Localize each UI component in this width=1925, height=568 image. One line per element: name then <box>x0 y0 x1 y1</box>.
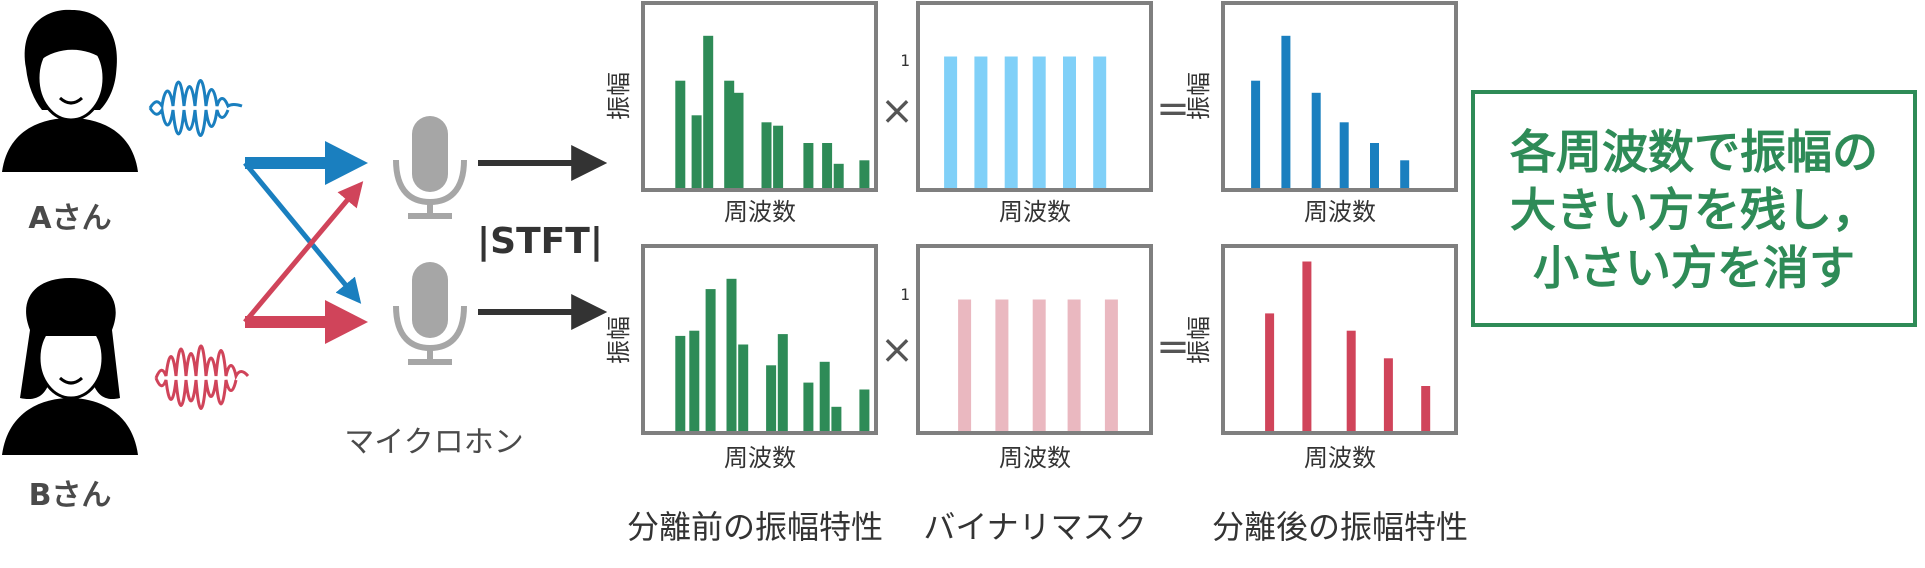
equals-operator-2: = <box>1156 324 1190 370</box>
bar-mask-mic2-0 <box>958 299 972 431</box>
sound-wave-a <box>148 79 243 111</box>
times-operator-2: × <box>880 327 914 373</box>
bar-after-mic1-3 <box>1339 122 1349 188</box>
sound-wave-b <box>154 344 250 381</box>
bar-before-mic1-4 <box>733 92 744 188</box>
bar-mask-mic1-4 <box>1063 56 1076 188</box>
bar-mask-mic1-3 <box>1032 56 1046 188</box>
note-line-1: 各周波数で振幅の <box>1510 125 1878 179</box>
bar-before-mic1-5 <box>761 122 772 188</box>
arrow-a-to-mic2 <box>243 161 362 304</box>
bar-mask-mic2-1 <box>995 299 1009 431</box>
bar-after-mic1-5 <box>1400 160 1410 188</box>
bar-mask-mic1-1 <box>974 56 988 188</box>
bar-after-mic1-4 <box>1370 143 1379 188</box>
bar-before-mic2-1 <box>689 330 700 431</box>
bar-before-mic2-6 <box>777 334 788 431</box>
bar-before-mic1-10 <box>859 160 870 188</box>
person-b-label: Bさん <box>29 478 112 513</box>
bar-before-mic2-7 <box>803 382 814 431</box>
bar-after-mic1-0 <box>1251 80 1261 188</box>
note-line-3: 小さい方を消す <box>1533 241 1855 295</box>
caption-before: 分離前の振幅特性 <box>627 508 883 546</box>
caption-mask: バイナリマスク <box>923 508 1146 546</box>
bar-mask-mic2-4 <box>1104 299 1118 431</box>
y-axis-label-before-1: 振幅 <box>605 72 633 120</box>
person-a-icon <box>2 9 138 172</box>
arrow-b-to-mic2-head <box>325 300 368 344</box>
sound-wave-a-lower <box>148 105 230 137</box>
bar-mask-mic1-0 <box>944 56 958 188</box>
bar-mask-mic2-3 <box>1067 299 1081 431</box>
diagram-canvas: Aさん Bさん マイクロホン |STFT| 振幅 振幅 振幅 振幅 周波数 周波… <box>0 0 1925 568</box>
arrow-b-to-mic1 <box>243 181 364 324</box>
bar-before-mic1-0 <box>675 80 686 188</box>
x-axis-label-after-1: 周波数 <box>1304 198 1376 226</box>
y-axis-label-before-2: 振幅 <box>605 316 633 364</box>
bar-before-mic2-2 <box>705 289 716 431</box>
microphone-2-icon <box>393 262 467 365</box>
equals-operator-1: = <box>1156 86 1190 132</box>
bar-before-mic2-9 <box>831 406 842 431</box>
bar-mask-mic1-2 <box>1004 56 1018 188</box>
bar-before-mic1-8 <box>822 143 833 188</box>
bar-mask-mic1-5 <box>1093 56 1107 188</box>
arrow-a-to-mic1-head <box>325 141 368 185</box>
bar-after-mic1-2 <box>1311 92 1321 188</box>
x-axis-label-mask-2: 周波数 <box>999 444 1071 472</box>
bar-before-mic2-3 <box>726 278 737 431</box>
bar-after-mic2-1 <box>1302 261 1312 431</box>
bar-after-mic1-1 <box>1281 35 1291 188</box>
bar-after-mic2-2 <box>1346 330 1356 431</box>
x-axis-label-before-2: 周波数 <box>724 444 796 472</box>
bar-before-mic1-6 <box>773 125 784 188</box>
person-a-label: Aさん <box>28 201 111 236</box>
bar-after-mic2-0 <box>1265 313 1275 431</box>
x-axis-label-mask-1: 周波数 <box>999 198 1071 226</box>
person-b-icon <box>2 278 138 455</box>
bar-before-mic1-2 <box>703 35 714 188</box>
mask-tick-2: 1 <box>900 285 910 304</box>
bar-before-mic2-8 <box>819 361 830 431</box>
bar-before-mic2-4 <box>738 344 749 431</box>
bar-before-mic1-9 <box>833 163 844 188</box>
caption-after: 分離後の振幅特性 <box>1212 508 1468 546</box>
bar-before-mic2-10 <box>859 389 870 431</box>
sound-wave-b-lower <box>154 377 238 410</box>
microphone-1-icon <box>393 116 467 219</box>
bar-before-mic1-1 <box>691 115 702 188</box>
microphone-label: マイクロホン <box>344 425 523 460</box>
bar-before-mic1-3 <box>724 80 735 188</box>
stft-label: |STFT| <box>477 221 603 262</box>
bar-mask-mic2-2 <box>1032 299 1046 431</box>
diagram-svg: Aさん Bさん マイクロホン |STFT| 振幅 振幅 振幅 振幅 周波数 周波… <box>2 1 1917 546</box>
bar-before-mic2-5 <box>766 365 777 431</box>
bar-before-mic1-7 <box>803 143 814 188</box>
chart-frame-after-2 <box>1221 244 1458 435</box>
note-line-2: 大きい方を残し， <box>1510 183 1878 237</box>
mask-tick-1: 1 <box>900 51 910 70</box>
x-axis-label-after-2: 周波数 <box>1304 444 1376 472</box>
times-operator-1: × <box>880 88 914 134</box>
bar-after-mic2-4 <box>1421 386 1431 431</box>
bar-before-mic2-0 <box>675 335 686 432</box>
x-axis-label-before-1: 周波数 <box>724 198 796 226</box>
bar-after-mic2-3 <box>1383 358 1393 431</box>
